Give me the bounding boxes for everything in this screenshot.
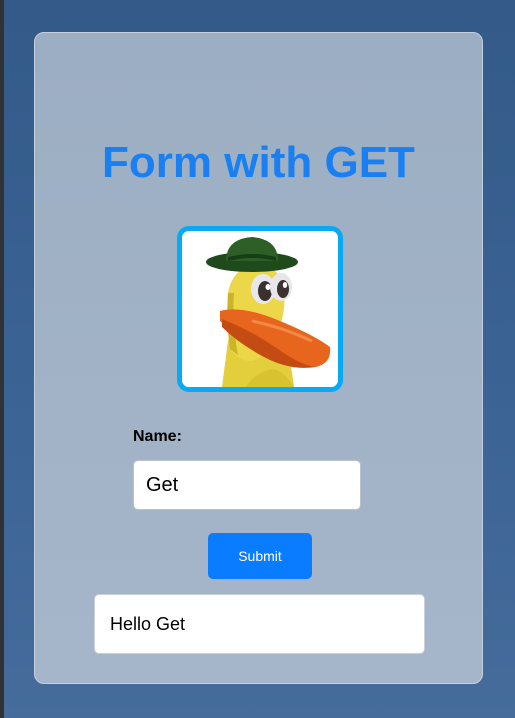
name-input[interactable] [133, 460, 361, 510]
page-title: Form with GET [102, 138, 415, 187]
window-edge [0, 0, 4, 718]
duck-with-green-hat-icon [182, 231, 338, 387]
submit-button[interactable]: Submit [208, 533, 312, 579]
name-label: Name: [133, 428, 182, 445]
avatar [177, 226, 343, 392]
result-message: Hello Get [94, 594, 425, 654]
form-card: Form with GET Name: Get Submit Hello Get [34, 32, 483, 684]
